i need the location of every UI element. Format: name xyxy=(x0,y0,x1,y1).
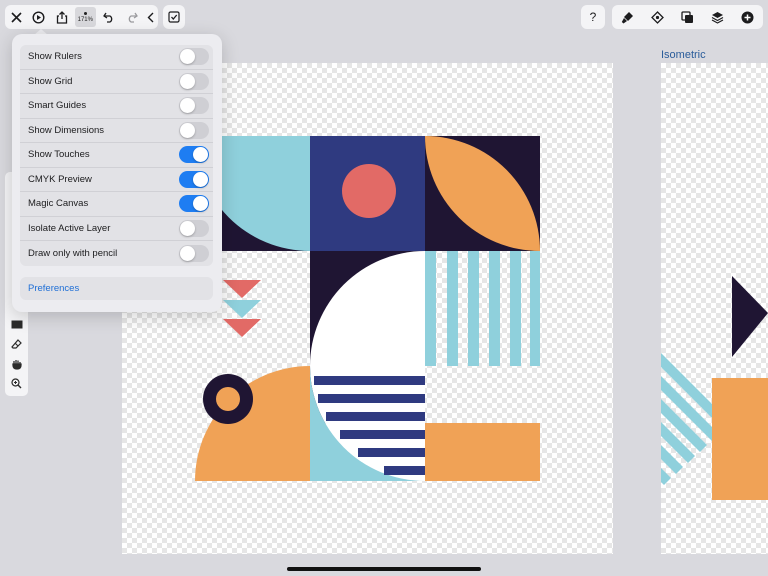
settings-list: Show Rulers Show Grid Smart Guides Show … xyxy=(20,45,213,266)
artwork-isometric xyxy=(661,276,768,500)
setting-draw-only-with-pencil[interactable]: Draw only with pencil xyxy=(20,241,213,266)
shape-orange-rect xyxy=(712,378,768,500)
shape-dark-triangle xyxy=(732,276,768,357)
shape-coral-triangle xyxy=(223,280,261,298)
setting-show-grid[interactable]: Show Grid xyxy=(20,70,213,94)
hand-tool-icon[interactable] xyxy=(5,355,28,373)
shape-stripe-h xyxy=(326,412,425,421)
setting-show-touches[interactable]: Show Touches xyxy=(20,143,213,168)
shape-stripe-h xyxy=(318,394,425,403)
brush-icon[interactable] xyxy=(615,5,639,29)
shape-coral-circle xyxy=(342,164,396,218)
home-indicator[interactable] xyxy=(287,567,481,571)
zoom-level-button[interactable]: 171% xyxy=(74,7,96,27)
close-icon[interactable] xyxy=(5,5,28,29)
setting-label: Isolate Active Layer xyxy=(28,222,111,234)
shape-orange-rect xyxy=(425,423,540,481)
rectangle-tool-icon[interactable] xyxy=(5,315,28,333)
show-rulers-toggle[interactable] xyxy=(179,48,209,66)
setting-label: Show Grid xyxy=(28,75,73,87)
show-dimensions-toggle[interactable] xyxy=(179,121,209,139)
toggle-knob xyxy=(180,49,195,65)
shape-stripe xyxy=(425,251,436,366)
add-icon[interactable] xyxy=(736,5,760,29)
shape-coral-triangle xyxy=(223,319,261,337)
zoom-tool-icon[interactable] xyxy=(5,374,28,392)
help-icon: ? xyxy=(589,10,597,24)
shape-stripe-h xyxy=(384,466,425,475)
toolbar-right-group xyxy=(612,5,763,29)
top-toolbar: 171% ? xyxy=(0,0,768,34)
shape-stripe xyxy=(510,251,521,366)
view-settings-popover: Show Rulers Show Grid Smart Guides Show … xyxy=(12,34,222,312)
transform-icon[interactable] xyxy=(675,5,699,29)
setting-label: Show Touches xyxy=(28,149,90,161)
show-touches-toggle[interactable] xyxy=(179,146,209,164)
setting-smart-guides[interactable]: Smart Guides xyxy=(20,94,213,119)
redo-icon[interactable] xyxy=(120,5,143,29)
toggle-knob xyxy=(193,147,208,163)
shape-stripe-h xyxy=(314,376,425,385)
setting-show-dimensions[interactable]: Show Dimensions xyxy=(20,119,213,143)
magic-canvas-toggle[interactable] xyxy=(179,195,209,213)
setting-label: Magic Canvas xyxy=(28,198,89,210)
setting-label: CMYK Preview xyxy=(28,173,92,185)
shape-stripe xyxy=(447,251,458,366)
toggle-knob xyxy=(180,73,195,89)
setting-label: Show Dimensions xyxy=(28,124,105,136)
eraser-tool-icon[interactable] xyxy=(5,335,28,353)
preferences-button[interactable]: Preferences xyxy=(20,277,213,300)
setting-magic-canvas[interactable]: Magic Canvas xyxy=(20,192,213,217)
shape-stripe-h xyxy=(340,430,425,439)
toggle-knob xyxy=(193,196,208,212)
zoom-label: 171% xyxy=(77,16,93,23)
show-grid-toggle[interactable] xyxy=(179,72,209,90)
toggle-knob xyxy=(180,220,195,236)
setting-label: Smart Guides xyxy=(28,100,87,112)
shape-stripe xyxy=(530,251,540,366)
shape-stripe-h xyxy=(358,448,425,457)
toolbar-check-group xyxy=(163,5,185,29)
shape-stripe xyxy=(489,251,500,366)
setting-cmyk-preview[interactable]: CMYK Preview xyxy=(20,168,213,192)
zoom-dot xyxy=(83,11,87,15)
selection-icon[interactable] xyxy=(645,5,669,29)
setting-label: Draw only with pencil xyxy=(28,247,118,259)
smart-guides-toggle[interactable] xyxy=(179,97,209,115)
draw-only-with-pencil-toggle[interactable] xyxy=(179,244,209,262)
toggle-knob xyxy=(180,98,195,114)
setting-label: Show Rulers xyxy=(28,51,82,63)
undo-icon[interactable] xyxy=(98,5,121,29)
artboard-label-isometric[interactable]: Isometric xyxy=(661,49,706,61)
help-button[interactable]: ? xyxy=(581,5,605,29)
toolbar-left-group: 171% xyxy=(5,5,158,29)
artboard-isometric[interactable] xyxy=(661,63,768,554)
shape-stripe xyxy=(468,251,479,366)
shape-orange-dot xyxy=(216,387,240,411)
setting-show-rulers[interactable]: Show Rulers xyxy=(20,45,213,70)
toggle-knob xyxy=(180,245,195,261)
shape-blue-triangle xyxy=(223,300,261,318)
setting-isolate-active-layer[interactable]: Isolate Active Layer xyxy=(20,217,213,241)
chevron-left-icon[interactable] xyxy=(143,5,158,29)
toggle-knob xyxy=(193,171,208,187)
shape-iso-stripe xyxy=(661,468,671,485)
cmyk-preview-toggle[interactable] xyxy=(179,170,209,188)
toggle-knob xyxy=(180,122,195,138)
share-icon[interactable] xyxy=(50,5,73,29)
isolate-active-layer-toggle[interactable] xyxy=(179,219,209,237)
play-icon[interactable] xyxy=(28,5,51,29)
checkbox-icon[interactable] xyxy=(163,5,185,29)
layers-icon[interactable] xyxy=(706,5,730,29)
